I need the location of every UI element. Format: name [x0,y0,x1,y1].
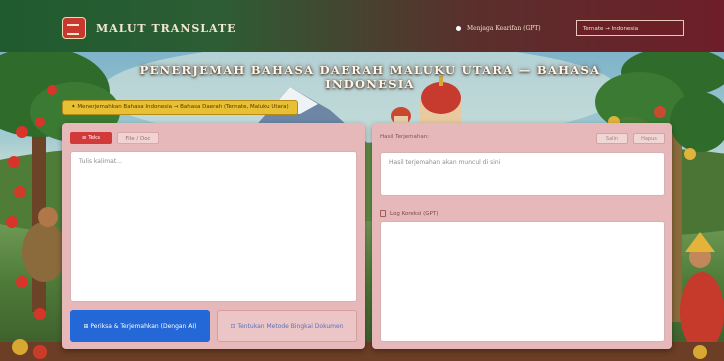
status-indicator: Menjaga Kearifan (GPT) [456,25,541,32]
tab-file[interactable]: File / Doc [117,132,159,144]
log-label: Log Koreksi (GPT) [380,210,438,217]
output-panel: Hasil Terjemahan: Salin Hapus Hasil terj… [372,123,672,349]
language-select[interactable]: Ternate → Indonesia [576,20,684,36]
result-label: Hasil Terjemahan: [380,134,430,140]
clipboard-icon [380,210,386,217]
status-dot-icon [456,26,461,31]
status-text: Menjaga Kearifan (GPT) [467,25,541,32]
page-title: PENERJEMAH BAHASA DAERAH MALUKU UTARA — … [139,63,601,91]
top-navbar: MALUT TRANSLATE Menjaga Kearifan (GPT) T… [0,0,724,52]
book-logo-icon [62,17,86,39]
source-text-input[interactable]: Tulis kalimat... [70,151,357,302]
correction-log[interactable] [380,221,665,342]
brand-title: MALUT TRANSLATE [96,21,237,35]
log-label-text: Log Koreksi (GPT) [390,210,439,217]
input-panel: ≡ Teks File / Doc Tulis kalimat... ⊞ Per… [62,123,365,349]
translation-direction-badge: ✦ Menerjemahkan Bahasa Indonesia → Bahas… [62,100,298,115]
brand[interactable]: MALUT TRANSLATE [62,17,237,39]
clear-button[interactable]: Hapus [633,133,665,144]
tab-text[interactable]: ≡ Teks [70,132,112,144]
copy-button[interactable]: Salin [596,133,628,144]
translate-button[interactable]: ⊞ Periksa & Terjemahkan (Dengan AI) [70,310,210,342]
document-method-button[interactable]: ⊡ Tentukan Metode Bingkai Dokumen [217,310,357,342]
translation-output[interactable]: Hasil terjemahan akan muncul di sini [380,152,665,196]
